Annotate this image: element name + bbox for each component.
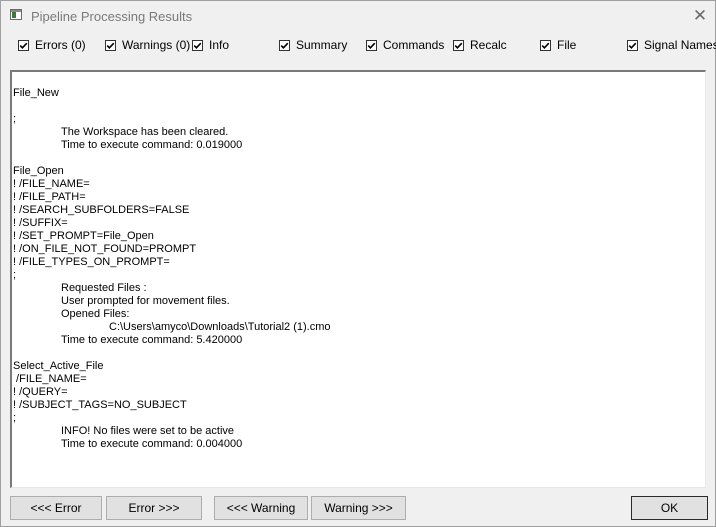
checkbox-label: Warnings (0) (122, 38, 191, 52)
file-filter-checkbox[interactable]: File (540, 37, 576, 53)
ok-button[interactable]: OK (631, 496, 708, 520)
log-line: INFO! No files were set to be active (61, 425, 235, 437)
log-line: ; (13, 269, 17, 281)
log-line: User prompted for movement files. (61, 295, 230, 307)
log-line: Time to execute command: 0.004000 (61, 438, 243, 450)
checkbox-label: Errors (0) (35, 38, 86, 52)
log-line: File_Open (13, 165, 64, 177)
results-output-panel[interactable]: File_New; The Workspace has been cleared.… (10, 70, 706, 488)
checkbox-label: Info (209, 38, 230, 52)
pipeline-results-window: Pipeline Processing Results ✕ Errors (0)… (0, 0, 716, 527)
log-line: File_New (13, 87, 59, 99)
checkbox-box[interactable] (279, 39, 290, 51)
checkbox-label: Commands (383, 38, 445, 52)
log-line: ! /FILE_NAME= (13, 178, 90, 190)
window-title: Pipeline Processing Results (31, 9, 193, 24)
summary-filter-checkbox[interactable]: Summary (279, 37, 347, 53)
log-line: Requested Files : (61, 282, 147, 294)
log-line: Time to execute command: 0.019000 (61, 139, 243, 151)
checkmark-icon (193, 42, 202, 49)
warnings-filter-checkbox[interactable]: Warnings (0) (105, 37, 190, 53)
log-line: ! /SUBJECT_TAGS=NO_SUBJECT (13, 399, 187, 411)
checkbox-box[interactable] (192, 39, 203, 51)
log-line: ! /SET_PROMPT=File_Open (13, 230, 154, 242)
log-line: /FILE_NAME= (13, 373, 87, 385)
checkbox-box[interactable] (105, 39, 116, 51)
close-icon[interactable]: ✕ (691, 7, 709, 25)
checkmark-icon (541, 42, 550, 49)
info-filter-checkbox[interactable]: Info (192, 37, 229, 53)
signal-names-filter-checkbox[interactable]: Signal Names (627, 37, 716, 53)
checkmark-icon (454, 42, 463, 49)
checkbox-box[interactable] (540, 39, 551, 51)
commands-filter-checkbox[interactable]: Commands (366, 37, 444, 53)
app-icon (10, 9, 22, 20)
checkbox-box[interactable] (453, 39, 464, 51)
log-line: Select_Active_File (13, 360, 104, 372)
checkbox-label: Summary (296, 38, 348, 52)
log-line: The Workspace has been cleared. (61, 126, 229, 138)
checkbox-label: Signal Names (644, 38, 716, 52)
log-line: ! /SEARCH_SUBFOLDERS=FALSE (13, 204, 190, 216)
checkbox-box[interactable] (18, 39, 29, 51)
checkmark-icon (628, 42, 637, 49)
log-line: ; (13, 412, 17, 424)
log-line: Time to execute command: 5.420000 (61, 334, 243, 346)
checkbox-box[interactable] (627, 39, 638, 51)
next-error-button[interactable]: Error >>> (106, 496, 202, 520)
previous-error-button[interactable]: <<< Error (10, 496, 102, 520)
checkmark-icon (106, 42, 115, 49)
checkmark-icon (280, 42, 289, 49)
checkbox-box[interactable] (366, 39, 377, 51)
checkmark-icon (19, 42, 28, 49)
log-line: ! /ON_FILE_NOT_FOUND=PROMPT (13, 243, 197, 255)
next-warning-button[interactable]: Warning >>> (311, 496, 406, 520)
results-log: File_New; The Workspace has been cleared.… (13, 87, 703, 451)
checkbox-label: Recalc (470, 38, 507, 52)
log-line: ! /SUFFIX= (13, 217, 68, 229)
title-bar[interactable]: Pipeline Processing Results ✕ (1, 1, 715, 31)
previous-warning-button[interactable]: <<< Warning (214, 496, 308, 520)
log-line: ! /QUERY= (13, 386, 68, 398)
log-line: ! /FILE_TYPES_ON_PROMPT= (13, 256, 170, 268)
log-line: ; (13, 113, 17, 125)
checkmark-icon (367, 42, 376, 49)
log-line: Opened Files: (61, 308, 130, 320)
checkbox-label: File (557, 38, 577, 52)
log-line: C:\Users\amyco\Downloads\Tutorial2 (1).c… (109, 321, 331, 333)
recalc-filter-checkbox[interactable]: Recalc (453, 37, 507, 53)
log-line: ! /FILE_PATH= (13, 191, 86, 203)
errors-filter-checkbox[interactable]: Errors (0) (18, 37, 86, 53)
